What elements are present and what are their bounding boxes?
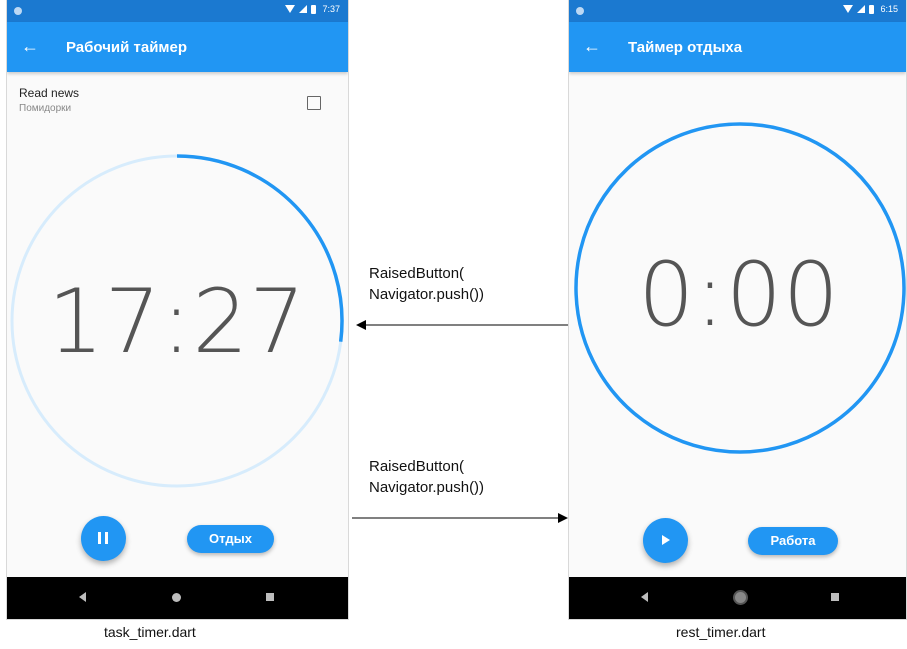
arrow-label-bottom: RaisedButton( Navigator.push()) [369,456,484,498]
arrow-label-top: RaisedButton( Navigator.push()) [369,263,484,305]
arrow-label-bottom-line1: RaisedButton( [369,458,465,475]
navigation-arrows [352,320,568,523]
arrow-label-bottom-line2: Navigator.push()) [369,479,485,496]
arrow-label-top-line1: RaisedButton( [369,265,465,282]
caption-rest-timer: rest_timer.dart [676,624,766,640]
caption-task-timer: task_timer.dart [104,624,196,640]
arrow-to-task-head [356,320,366,330]
arrow-label-top-line2: Navigator.push()) [369,286,485,303]
arrow-to-rest-head [558,513,568,523]
